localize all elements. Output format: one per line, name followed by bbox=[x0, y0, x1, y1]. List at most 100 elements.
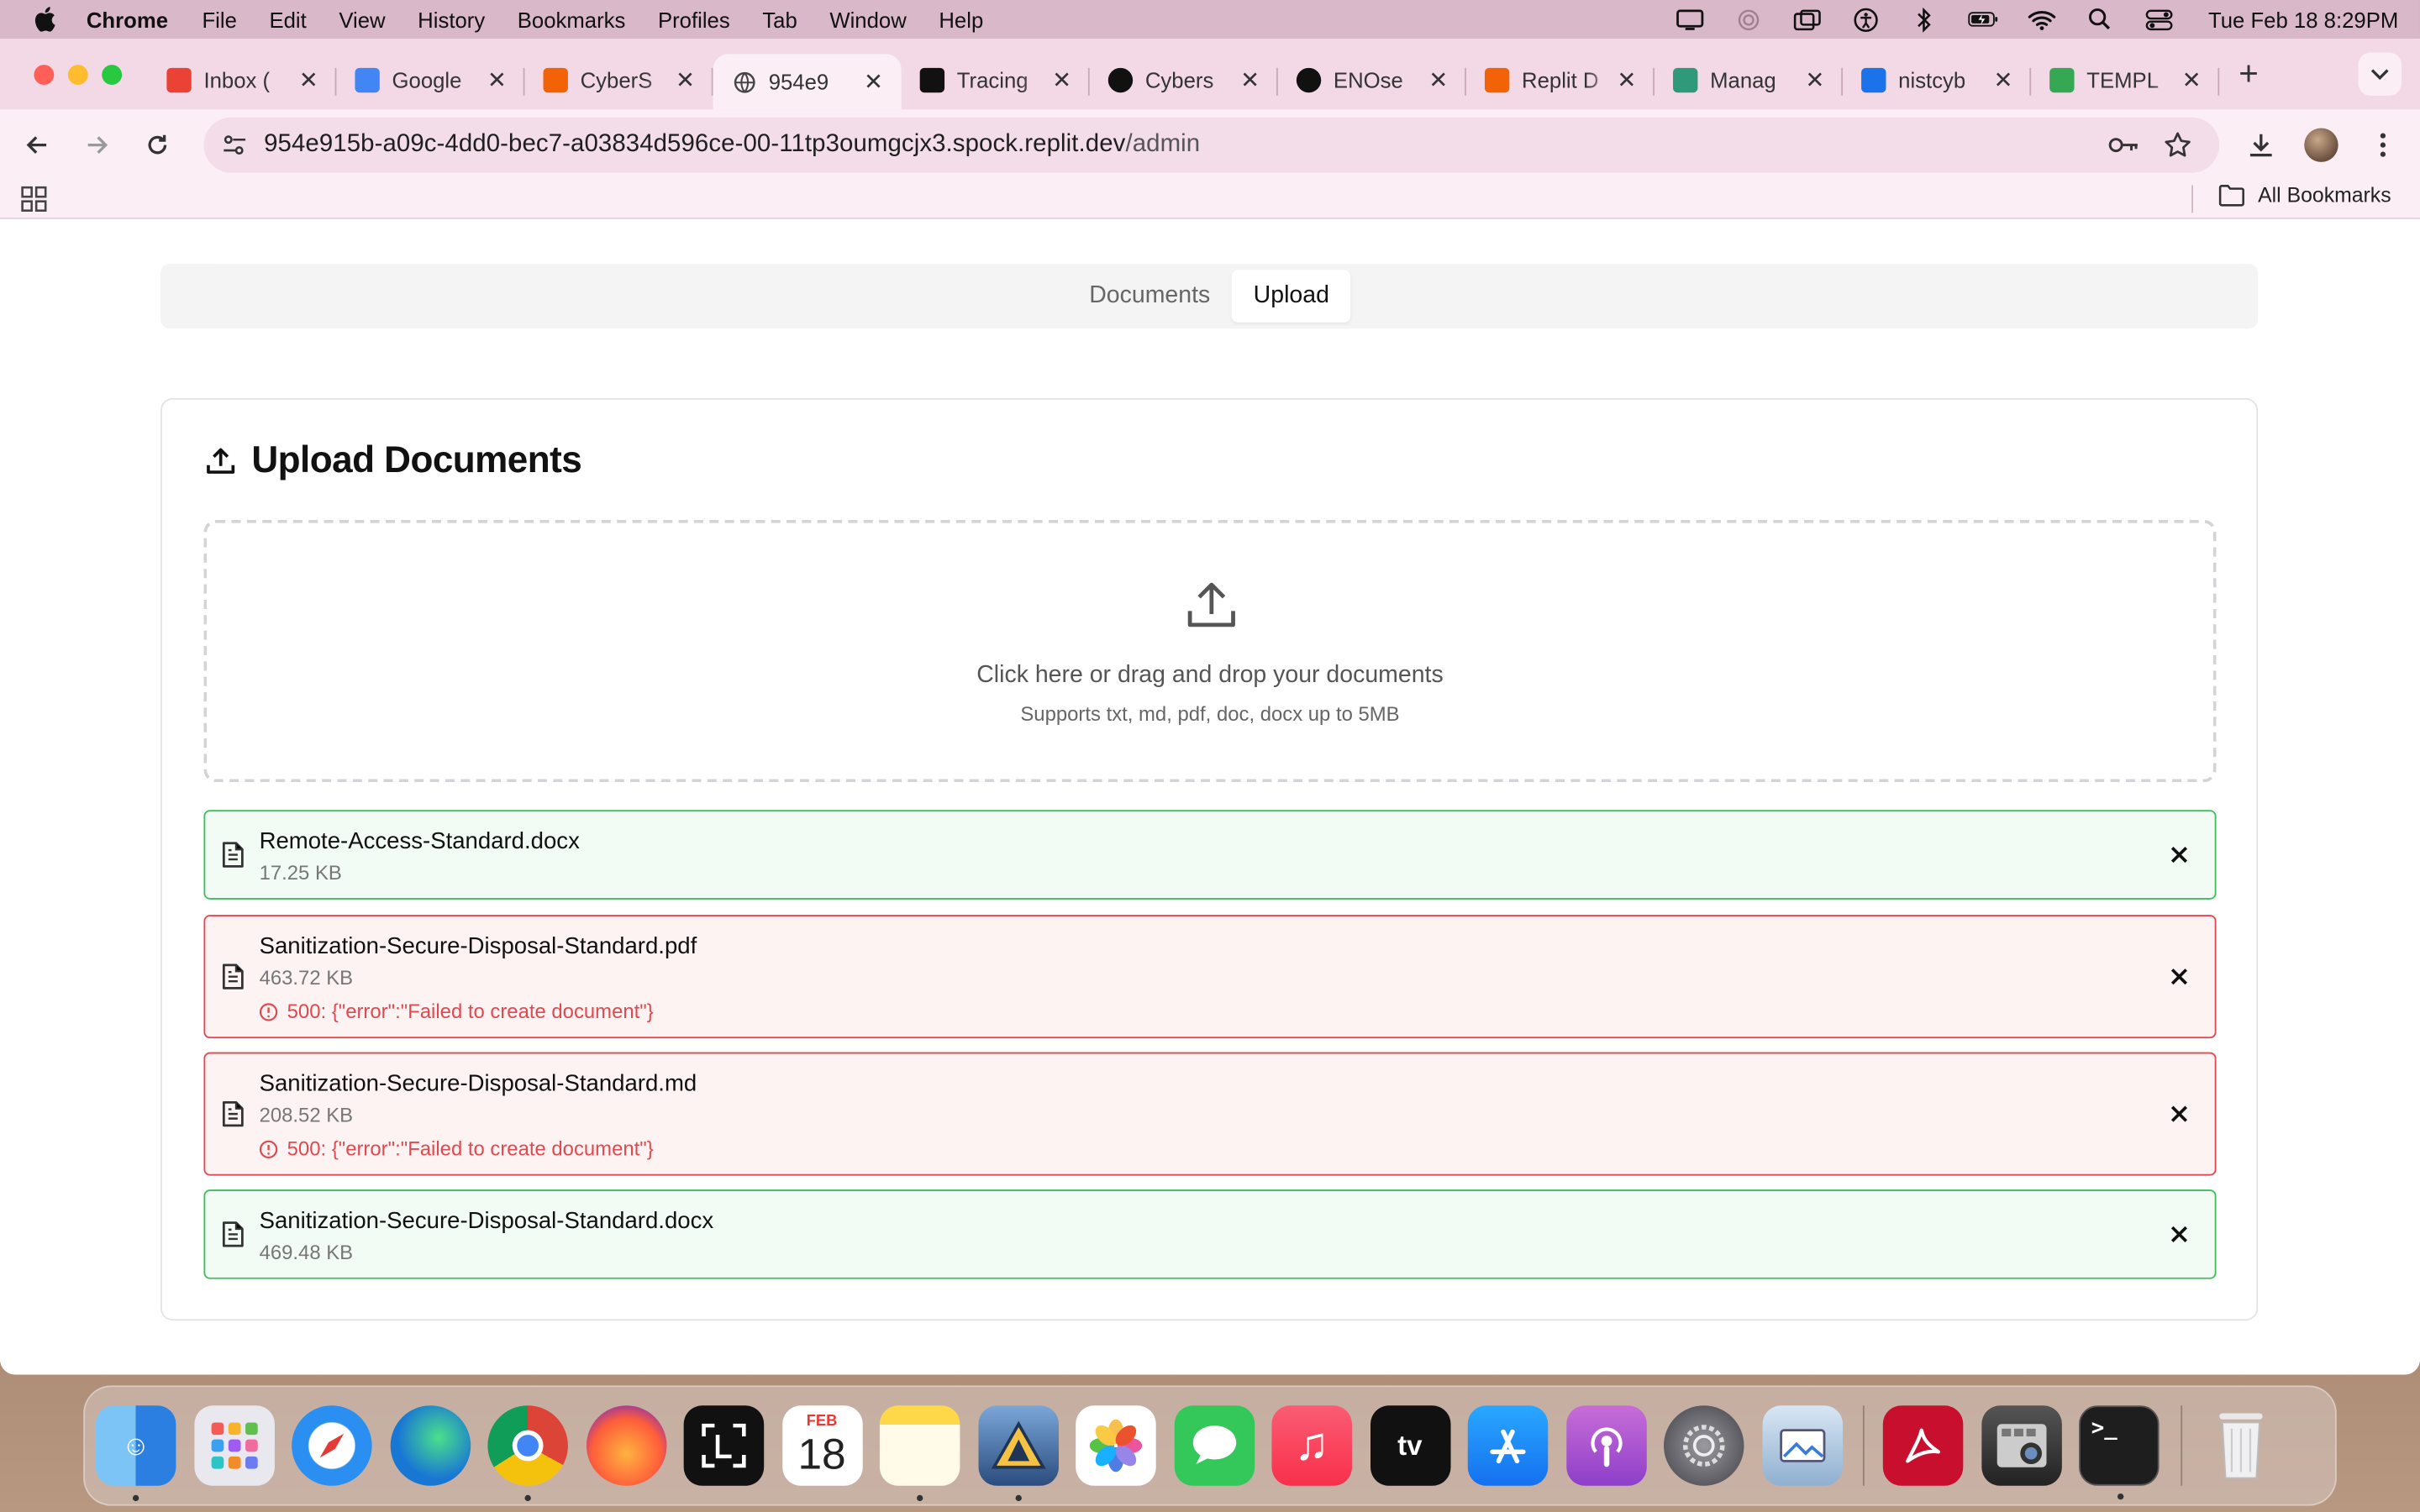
close-tab-icon[interactable]: ✕ bbox=[1050, 66, 1074, 93]
browser-tab[interactable]: Inbox (✕ bbox=[148, 54, 337, 105]
system-settings-icon[interactable] bbox=[1663, 1405, 1744, 1486]
back-button[interactable] bbox=[18, 127, 55, 164]
apple-menu-icon[interactable] bbox=[34, 7, 55, 32]
safari-icon[interactable] bbox=[292, 1405, 372, 1486]
menubar-status-area: Tue Feb 18 8:29PM bbox=[1674, 0, 2398, 39]
minimize-window-button[interactable] bbox=[67, 65, 88, 86]
chrome-icon[interactable] bbox=[487, 1405, 568, 1502]
browser-tab[interactable]: TEMPL ✕ bbox=[2031, 54, 2220, 105]
remove-file-button[interactable] bbox=[2165, 1221, 2193, 1248]
spotlight-search-icon[interactable] bbox=[2085, 8, 2116, 30]
trash-icon[interactable] bbox=[2200, 1405, 2281, 1486]
close-tab-icon[interactable]: ✕ bbox=[2179, 66, 2203, 93]
launchpad-icon[interactable] bbox=[193, 1405, 275, 1486]
menu-history[interactable]: History bbox=[418, 7, 485, 31]
bookmark-star-icon[interactable] bbox=[2162, 129, 2193, 160]
file-name: Sanitization-Secure-Disposal-Standard.pd… bbox=[259, 933, 697, 960]
browser-tab[interactable]: Tracing ✕ bbox=[902, 54, 1090, 105]
browser-tab[interactable]: CyberS ✕ bbox=[524, 54, 713, 105]
tab-strip: Inbox (✕ Google ✕ CyberS ✕ 954e9 ✕ Tracing ✕ Cybe… bbox=[0, 38, 2420, 110]
running-indicator bbox=[524, 1494, 531, 1502]
all-bookmarks-button[interactable]: All Bookmarks bbox=[2217, 184, 2391, 207]
google-calendar-icon bbox=[355, 66, 380, 92]
zoom-window-button[interactable] bbox=[102, 65, 123, 86]
menu-view[interactable]: View bbox=[339, 7, 385, 31]
menu-tab[interactable]: Tab bbox=[762, 7, 797, 31]
close-window-button[interactable] bbox=[34, 65, 55, 86]
dropzone[interactable]: Click here or drag and drop your documen… bbox=[203, 519, 2217, 783]
image-capture-icon[interactable] bbox=[1981, 1405, 2061, 1486]
messages-icon[interactable] bbox=[1173, 1405, 1255, 1486]
address-bar[interactable]: 954e915b-a09c-4dd0-bec7-a03834d596ce-00-… bbox=[203, 117, 2220, 173]
calendar-icon[interactable]: FEB 18 bbox=[781, 1405, 862, 1486]
browser-tab[interactable]: Google ✕ bbox=[336, 54, 525, 105]
menu-edit[interactable]: Edit bbox=[269, 7, 306, 31]
browser-toolbar: 954e915b-a09c-4dd0-bec7-a03834d596ce-00-… bbox=[0, 109, 2420, 181]
edge-icon[interactable] bbox=[389, 1405, 471, 1486]
preview-icon[interactable] bbox=[1761, 1405, 1843, 1486]
tab-title: Manag bbox=[1710, 66, 1776, 92]
tab-search-button[interactable] bbox=[2358, 52, 2402, 96]
apple-tv-icon[interactable]: tv bbox=[1370, 1405, 1450, 1486]
screen-mirroring-icon[interactable] bbox=[1791, 8, 1823, 30]
control-center-icon[interactable] bbox=[2144, 8, 2175, 30]
wifi-icon[interactable] bbox=[2026, 8, 2057, 30]
fingerprint-icon[interactable] bbox=[1733, 8, 1764, 30]
menu-app-name[interactable]: Chrome bbox=[87, 7, 168, 31]
menu-file[interactable]: File bbox=[202, 7, 236, 31]
tab-documents[interactable]: Documents bbox=[1068, 270, 1232, 322]
pasta-icon[interactable] bbox=[977, 1405, 1059, 1502]
menu-help[interactable]: Help bbox=[939, 7, 983, 31]
display-icon[interactable] bbox=[1674, 8, 1705, 30]
remove-file-button[interactable] bbox=[2165, 1100, 2193, 1128]
accessibility-icon[interactable] bbox=[1850, 7, 1881, 32]
close-tab-icon[interactable]: ✕ bbox=[1614, 66, 1639, 93]
chrome-menu-button[interactable] bbox=[2365, 127, 2402, 164]
downloads-button[interactable] bbox=[2243, 127, 2280, 164]
podcasts-icon[interactable] bbox=[1565, 1405, 1646, 1486]
menubar-clock[interactable]: Tue Feb 18 8:29PM bbox=[2208, 7, 2398, 31]
alert-circle-icon bbox=[259, 1002, 278, 1021]
password-key-icon[interactable] bbox=[2108, 129, 2139, 160]
lens-icon[interactable] bbox=[683, 1405, 765, 1486]
browser-tab[interactable]: ENOse ✕ bbox=[1278, 54, 1466, 105]
menu-window[interactable]: Window bbox=[829, 7, 906, 31]
firefox-icon[interactable] bbox=[586, 1405, 666, 1486]
bluetooth-icon[interactable] bbox=[1909, 7, 1940, 32]
tab-title: Google bbox=[392, 66, 462, 92]
menu-bookmarks[interactable]: Bookmarks bbox=[518, 7, 626, 31]
apps-grid-icon[interactable] bbox=[20, 185, 48, 220]
site-info-icon[interactable] bbox=[219, 129, 250, 160]
menu-profiles[interactable]: Profiles bbox=[658, 7, 730, 31]
close-tab-icon[interactable]: ✕ bbox=[1238, 66, 1262, 93]
close-tab-icon[interactable]: ✕ bbox=[1802, 66, 1827, 93]
window-controls bbox=[34, 65, 123, 86]
acrobat-icon[interactable] bbox=[1882, 1405, 1964, 1486]
close-tab-icon[interactable]: ✕ bbox=[861, 68, 886, 96]
browser-tab[interactable]: Replit D ✕ bbox=[1466, 54, 1655, 105]
remove-file-button[interactable] bbox=[2165, 963, 2193, 990]
browser-tab[interactable]: nistcyb ✕ bbox=[1843, 54, 2032, 105]
app-store-icon[interactable] bbox=[1467, 1405, 1549, 1486]
close-tab-icon[interactable]: ✕ bbox=[1426, 66, 1450, 93]
browser-tab[interactable]: 954e9 ✕ bbox=[713, 54, 902, 110]
close-tab-icon[interactable]: ✕ bbox=[1991, 66, 2015, 93]
forward-button[interactable] bbox=[79, 127, 116, 164]
upload-card: Upload Documents Click here or drag and … bbox=[160, 397, 2259, 1321]
browser-tab[interactable]: Manag ✕ bbox=[1655, 54, 1844, 105]
music-icon[interactable]: ♫ bbox=[1271, 1405, 1352, 1486]
close-tab-icon[interactable]: ✕ bbox=[485, 66, 509, 93]
photos-icon[interactable] bbox=[1076, 1405, 1156, 1486]
close-tab-icon[interactable]: ✕ bbox=[673, 66, 697, 93]
close-tab-icon[interactable]: ✕ bbox=[297, 66, 321, 93]
profile-button[interactable] bbox=[2302, 127, 2339, 164]
battery-icon[interactable] bbox=[1967, 8, 1998, 30]
remove-file-button[interactable] bbox=[2165, 841, 2193, 869]
browser-tab[interactable]: Cybers ✕ bbox=[1090, 54, 1278, 105]
terminal-icon[interactable]: >_ bbox=[2079, 1405, 2160, 1500]
tab-upload[interactable]: Upload bbox=[1231, 270, 1351, 323]
finder-icon[interactable]: ☺ bbox=[95, 1405, 176, 1502]
reload-button[interactable] bbox=[139, 127, 176, 164]
new-tab-button[interactable]: + bbox=[2232, 56, 2265, 91]
notes-icon[interactable] bbox=[879, 1405, 960, 1502]
